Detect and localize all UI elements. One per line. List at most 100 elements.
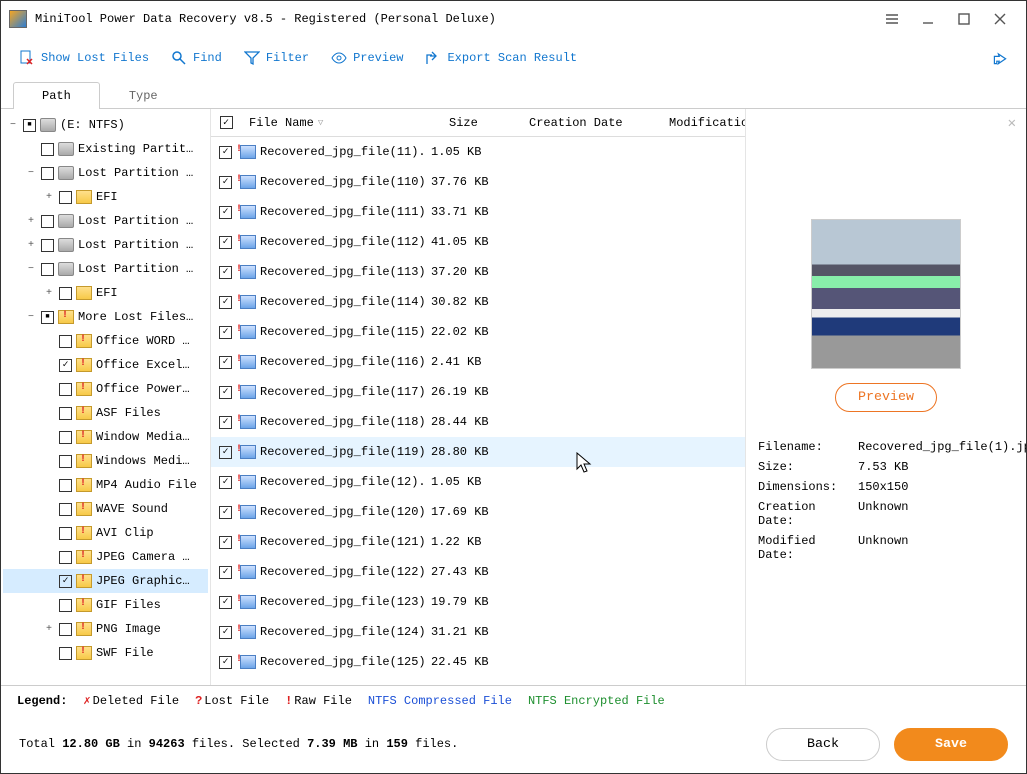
file-row[interactable]: Recovered_jpg_file(115)…22.02 KB [211,317,745,347]
tree-checkbox[interactable] [59,551,72,564]
tree-node[interactable]: Office WORD … [3,329,208,353]
file-row[interactable]: Recovered_jpg_file(11).…1.05 KB [211,137,745,167]
tree-toggle-icon[interactable]: + [43,624,55,635]
tree-checkbox[interactable] [59,623,72,636]
tree-node[interactable]: +Lost Partition … [3,233,208,257]
tree-toggle-icon[interactable]: − [25,312,37,323]
tree-checkbox[interactable] [41,167,54,180]
file-checkbox[interactable] [219,596,232,609]
file-checkbox[interactable] [219,506,232,519]
file-checkbox[interactable] [219,236,232,249]
tree-checkbox[interactable] [41,143,54,156]
tree-toggle-icon[interactable]: − [25,168,37,179]
file-checkbox[interactable] [219,476,232,489]
file-row[interactable]: Recovered_jpg_file(116)…2.41 KB [211,347,745,377]
file-row[interactable]: Recovered_jpg_file(122)…27.43 KB [211,557,745,587]
show-lost-files-button[interactable]: Show Lost Files [19,50,149,66]
file-checkbox[interactable] [219,326,232,339]
tree-toggle-icon[interactable]: − [25,264,37,275]
tree-node[interactable]: −(E: NTFS) [3,113,208,137]
filter-button[interactable]: Filter [244,50,309,66]
folder-tree[interactable]: −(E: NTFS)Existing Partit… −Lost Partitio… [1,109,211,685]
file-checkbox[interactable] [219,356,232,369]
tree-checkbox[interactable] [41,311,54,324]
tree-node[interactable]: ASF Files [3,401,208,425]
tree-checkbox[interactable] [59,335,72,348]
menu-button[interactable] [874,5,910,33]
file-row[interactable]: Recovered_jpg_file(124)…31.21 KB [211,617,745,647]
preview-button[interactable]: Preview [331,50,403,66]
tree-node[interactable]: +EFI [3,281,208,305]
file-row[interactable]: Recovered_jpg_file(112)…41.05 KB [211,227,745,257]
tree-checkbox[interactable] [59,383,72,396]
tree-toggle-icon[interactable]: + [25,216,37,227]
file-row[interactable]: Recovered_jpg_file(113)…37.20 KB [211,257,745,287]
tree-node[interactable]: GIF Files [3,593,208,617]
tree-toggle-icon[interactable]: + [43,288,55,299]
tree-node[interactable]: −More Lost Files… [3,305,208,329]
preview-open-button[interactable]: Preview [835,383,937,412]
tree-toggle-icon[interactable]: + [25,240,37,251]
share-button[interactable] [992,50,1008,66]
header-filename[interactable]: File Name▽ [241,116,441,130]
tree-node[interactable]: WAVE Sound [3,497,208,521]
header-checkbox[interactable]: ✓ [211,116,241,129]
tree-checkbox[interactable] [59,503,72,516]
file-row[interactable]: Recovered_jpg_file(110)…37.76 KB [211,167,745,197]
tree-node[interactable]: JPEG Graphic… [3,569,208,593]
tree-checkbox[interactable] [59,431,72,444]
tree-checkbox[interactable] [59,647,72,660]
maximize-button[interactable] [946,5,982,33]
file-checkbox[interactable] [219,296,232,309]
file-checkbox[interactable] [219,536,232,549]
header-creation-date[interactable]: Creation Date [521,116,661,130]
file-row[interactable]: Recovered_jpg_file(123)…19.79 KB [211,587,745,617]
tree-node[interactable]: Office Power… [3,377,208,401]
file-checkbox[interactable] [219,266,232,279]
save-button[interactable]: Save [894,728,1008,761]
file-checkbox[interactable] [219,566,232,579]
tree-checkbox[interactable] [41,239,54,252]
file-checkbox[interactable] [219,206,232,219]
back-button[interactable]: Back [766,728,880,761]
file-row[interactable]: Recovered_jpg_file(125)…22.45 KB [211,647,745,677]
tree-node[interactable]: −Lost Partition … [3,257,208,281]
close-button[interactable] [982,5,1018,33]
tree-node[interactable]: SWF File [3,641,208,665]
tree-node[interactable]: JPEG Camera … [3,545,208,569]
tree-checkbox[interactable] [59,527,72,540]
tab-path[interactable]: Path [13,82,100,109]
tree-node[interactable]: Windows Medi… [3,449,208,473]
header-size[interactable]: Size [441,116,521,130]
tab-type[interactable]: Type [100,82,187,109]
find-button[interactable]: Find [171,50,222,66]
tree-checkbox[interactable] [59,359,72,372]
tree-node[interactable]: +PNG Image [3,617,208,641]
file-checkbox[interactable] [219,176,232,189]
file-row[interactable]: Recovered_jpg_file(117)…26.19 KB [211,377,745,407]
file-row[interactable]: Recovered_jpg_file(111)…33.71 KB [211,197,745,227]
tree-node[interactable]: Window Media… [3,425,208,449]
close-preview-button[interactable]: ✕ [1008,115,1016,132]
file-checkbox[interactable] [219,146,232,159]
tree-checkbox[interactable] [59,479,72,492]
export-scan-button[interactable]: Export Scan Result [425,50,577,66]
tree-node[interactable]: MP4 Audio File [3,473,208,497]
tree-checkbox[interactable] [59,191,72,204]
tree-checkbox[interactable] [41,263,54,276]
tree-node[interactable]: Existing Partit… [3,137,208,161]
tree-checkbox[interactable] [59,455,72,468]
tree-node[interactable]: AVI Clip [3,521,208,545]
file-row[interactable]: Recovered_jpg_file(114)…30.82 KB [211,287,745,317]
file-list[interactable]: Recovered_jpg_file(11).…1.05 KBRecovered… [211,137,745,685]
tree-node[interactable]: Office Excel… [3,353,208,377]
file-row[interactable]: Recovered_jpg_file(120)…17.69 KB [211,497,745,527]
tree-toggle-icon[interactable]: − [7,120,19,131]
tree-checkbox[interactable] [41,215,54,228]
tree-checkbox[interactable] [23,119,36,132]
tree-checkbox[interactable] [59,407,72,420]
file-checkbox[interactable] [219,386,232,399]
file-checkbox[interactable] [219,416,232,429]
file-checkbox[interactable] [219,626,232,639]
tree-checkbox[interactable] [59,287,72,300]
